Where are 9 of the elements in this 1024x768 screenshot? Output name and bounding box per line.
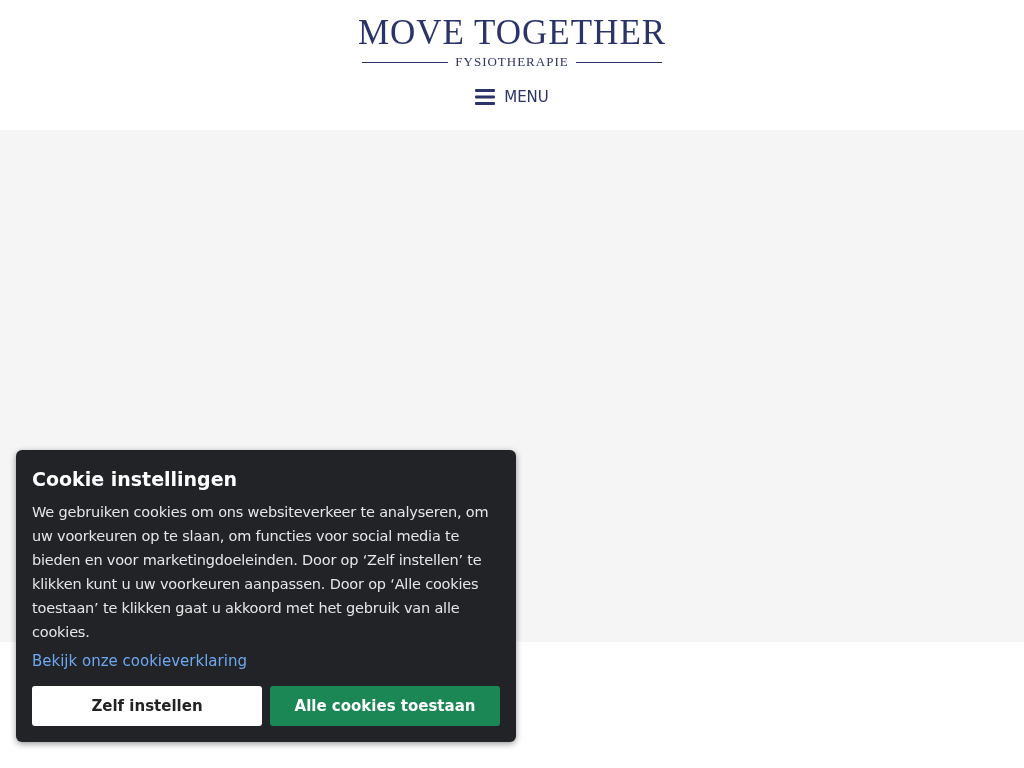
dialog-title: Cookie instellingen [32,468,239,490]
logo-subtitle: FYSIOTHERAPIE [455,54,569,70]
menu-icon [475,89,496,105]
dialog-text: We gebruiken cookies om ons websiteverkeer te analyseren, om uw voorkeuren op te slaan, om functies voor social media te bieden en voor marketingdoeleinden. Door op ‘Zelf instellen’ te klikken kunt u uw voorkeuren aanpassen. Door op ‘Alle cookies toestaan’ te klikken gaat u akkoord met het gebruik van alle cookies. [32,503,490,642]
menu-button[interactable]: MENU [475,88,549,106]
accept-all-button[interactable]: Alle cookies toestaan [270,686,500,726]
settings-button[interactable]: Zelf instellen [32,686,262,726]
logo-title: MOVE TOGETHER [357,14,667,52]
cookie-policy-link[interactable]: Bekijk onze cookieverklaring [32,652,247,670]
